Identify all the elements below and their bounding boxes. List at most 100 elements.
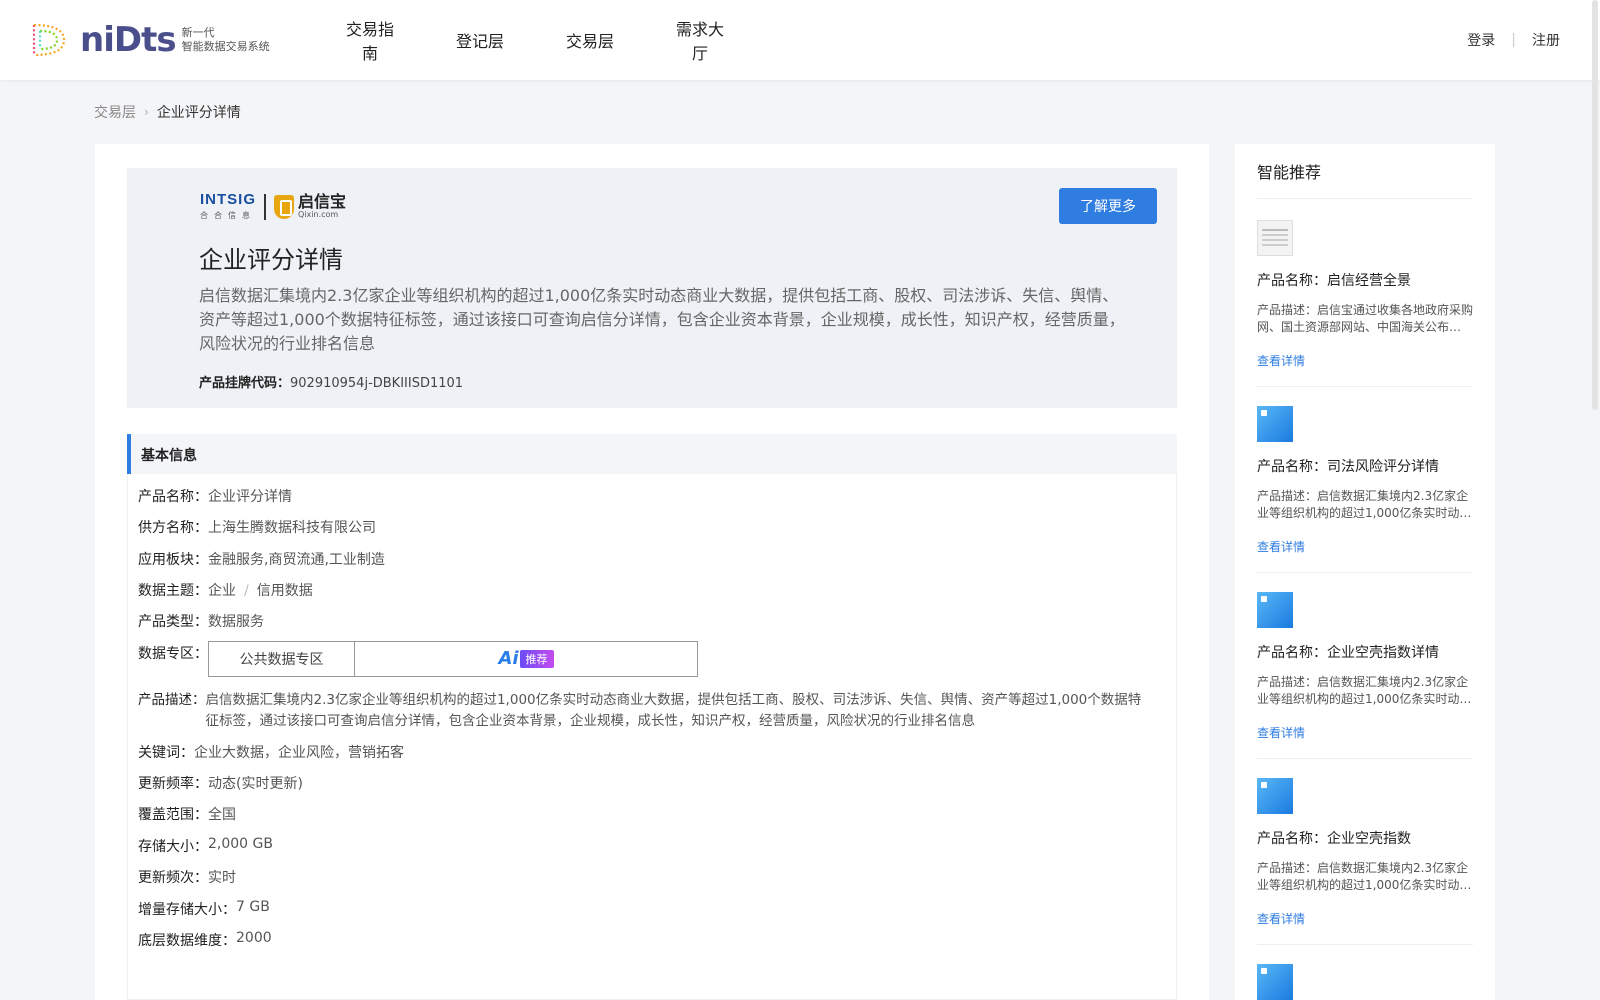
row-update: 更新频次： 实时 [138, 867, 236, 887]
main-nav: 交易指南 登记层 交易层 需求大厅 [340, 0, 780, 80]
brand-divider [264, 193, 267, 220]
qixin-shield-icon [274, 194, 295, 219]
breadcrumb: 交易层 › 企业评分详情 [94, 102, 241, 122]
row-increment: 增量存储大小： 7 GB [138, 899, 270, 919]
zone-name: 公共数据专区 [209, 642, 355, 676]
qixin-wordmark: 启信宝 [298, 192, 347, 211]
recommend-item: 产品名称：启信经营全景 产品描述：启信宝通过收集各地政府采购网、国土资源部网站、… [1257, 220, 1473, 369]
row-supplier: 供方名称： 上海生腾数据科技有限公司 [138, 517, 376, 537]
logo-sub-line2: 智能数据交易系统 [181, 40, 270, 53]
nav-guide[interactable]: 交易指南 [340, 16, 400, 64]
product-thumbnail[interactable] [1257, 220, 1293, 256]
divider [1257, 198, 1473, 199]
field-label: 覆盖范围： [138, 807, 208, 823]
field-label: 数据主题： [138, 583, 208, 599]
qixin-domain: Qixin.com [298, 210, 339, 219]
page-title: 企业评分详情 [199, 246, 343, 274]
recommend-desc: 产品描述：启信数据汇集境内2.3亿家企业等组织机构的超过1,000亿条实时动态商… [1257, 861, 1472, 892]
logo-subtitle: 新一代 智能数据交易系统 [182, 26, 270, 54]
intsig-subtitle: 合合信息 [200, 211, 256, 220]
row-dimension: 底层数据维度： 2000 [138, 930, 272, 950]
breadcrumb-parent[interactable]: 交易层 [94, 102, 136, 122]
learn-more-button[interactable]: 了解更多 [1059, 188, 1157, 224]
row-theme: 数据主题： 企业 / 信用数据 [138, 580, 313, 600]
row-product-name: 产品名称： 企业评分详情 [138, 486, 292, 506]
page-scrollbar[interactable] [1592, 0, 1598, 410]
field-label: 应用板块： [138, 552, 208, 568]
recommend-name[interactable]: 产品名称：启信经营全景 [1257, 270, 1473, 290]
logo-sub-line1: 新一代 [181, 26, 215, 39]
row-frequency: 更新频率： 动态(实时更新) [138, 773, 303, 793]
breadcrumb-current: 企业评分详情 [156, 105, 241, 121]
recommend-item: 产品名称：企业空壳指数 产品描述：启信数据汇集境内2.3亿家企业等组织机构的超过… [1257, 778, 1473, 927]
qixin-logo: 启信宝 Qixin.com [298, 192, 347, 220]
sidebar-title: 智能推荐 [1257, 163, 1322, 182]
row-keywords: 关键词： 企业大数据，企业风险，营销拓客 [138, 742, 404, 762]
field-value: 2000 [236, 930, 272, 946]
field-label: 底层数据维度： [138, 933, 236, 949]
theme-separator: / [244, 583, 249, 599]
product-thumbnail[interactable] [1257, 406, 1293, 442]
field-label: 产品描述： [138, 692, 206, 708]
top-header: niDts 新一代 智能数据交易系统 交易指南 登记层 交易层 需求大厅 登录 … [0, 0, 1600, 80]
site-logo[interactable]: niDts 新一代 智能数据交易系统 [28, 20, 270, 60]
recommend-name[interactable]: 产品名称：司法风险评分详情 [1257, 456, 1473, 476]
logo-mark-icon [32, 23, 66, 57]
basic-info-panel: 产品名称： 企业评分详情 供方名称： 上海生腾数据科技有限公司 应用板块： 金融… [127, 474, 1177, 1000]
field-label: 更新频率： [138, 776, 208, 792]
field-value: 企业 / 信用数据 [208, 580, 313, 600]
register-link[interactable]: 注册 [1532, 30, 1560, 50]
basic-info-heading: 基本信息 [127, 434, 1177, 474]
listing-code-label: 产品挂牌代码： [199, 376, 291, 391]
field-value: 2,000 GB [208, 836, 273, 852]
ai-recommend-badge[interactable]: Ai 推荐 [498, 649, 554, 669]
logo-wordmark: niDts [80, 20, 177, 60]
theme-level-1: 企业 [208, 583, 236, 599]
intsig-logo: INTSIG 合合信息 [200, 192, 256, 221]
recommend-desc: 产品描述：启信宝通过收集各地政府采购网、国土资源部网站、中国海关公布的企业经营数… [1257, 303, 1473, 334]
auth-links: 登录 | 注册 [1467, 0, 1560, 80]
product-summary: 启信数据汇集境内2.3亿家企业等组织机构的超过1,000亿条实时动态商业大数据，… [199, 286, 1125, 353]
recommend-item: 产品名称：司法风险评分详情 产品描述：启信数据汇集境内2.3亿家企业等组织机构的… [1257, 406, 1473, 555]
view-details-link[interactable]: 查看详情 [1257, 352, 1473, 369]
view-details-link[interactable]: 查看详情 [1257, 724, 1473, 741]
nav-registration[interactable]: 登记层 [450, 28, 510, 52]
product-thumbnail[interactable] [1257, 964, 1293, 1000]
field-label: 更新频次： [138, 870, 208, 886]
field-value: 启信数据汇集境内2.3亿家企业等组织机构的超过1,000亿条实时动态商业大数据，… [205, 692, 1142, 729]
recommend-sidebar: 智能推荐 产品名称：启信经营全景 产品描述：启信宝通过收集各地政府采购网、国土资… [1235, 144, 1495, 1000]
field-label: 存储大小： [138, 839, 208, 855]
main-content: INTSIG 合合信息 启信宝 Qixin.com 企业评分详情 启信数据汇集境… [95, 144, 1209, 1000]
recommend-name[interactable]: 产品名称：企业空壳指数 [1257, 828, 1473, 848]
field-value: 全国 [208, 807, 236, 823]
field-value: 数据服务 [208, 614, 264, 630]
field-value: 实时 [208, 870, 236, 886]
chevron-right-icon: › [144, 105, 149, 119]
field-value: 动态(实时更新) [208, 776, 303, 792]
row-type: 产品类型： 数据服务 [138, 611, 264, 631]
divider [1257, 944, 1473, 945]
brand-logo: INTSIG 合合信息 启信宝 Qixin.com [200, 192, 346, 221]
product-thumbnail[interactable] [1257, 592, 1293, 628]
view-details-link[interactable]: 查看详情 [1257, 538, 1473, 555]
product-thumbnail[interactable] [1257, 778, 1293, 814]
nav-demand-hall[interactable]: 需求大厅 [670, 16, 730, 64]
divider [1257, 572, 1473, 573]
zone-table: 公共数据专区 Ai 推荐 [208, 641, 698, 677]
recommend-desc: 产品描述：启信数据汇集境内2.3亿家企业等组织机构的超过1,000亿条实时动态商… [1257, 675, 1472, 706]
ai-recommend-cell: Ai 推荐 [355, 642, 697, 676]
field-label: 产品名称： [138, 489, 208, 505]
field-label: 供方名称： [138, 520, 208, 536]
ai-recommend-tag: 推荐 [519, 650, 554, 668]
field-value: 金融服务,商贸流通,工业制造 [208, 552, 385, 568]
row-zone: 数据专区： 公共数据专区 Ai 推荐 [138, 641, 698, 677]
field-value: 企业大数据，企业风险，营销拓客 [194, 745, 404, 761]
view-details-link[interactable]: 查看详情 [1257, 910, 1473, 927]
row-coverage: 覆盖范围： 全国 [138, 804, 236, 824]
field-label: 增量存储大小： [138, 902, 236, 918]
recommend-name[interactable]: 产品名称：企业空壳指数详情 [1257, 642, 1473, 662]
login-link[interactable]: 登录 [1467, 30, 1495, 50]
field-value: 7 GB [236, 899, 270, 915]
nav-trading[interactable]: 交易层 [560, 28, 620, 52]
product-hero: INTSIG 合合信息 启信宝 Qixin.com 企业评分详情 启信数据汇集境… [127, 168, 1177, 408]
